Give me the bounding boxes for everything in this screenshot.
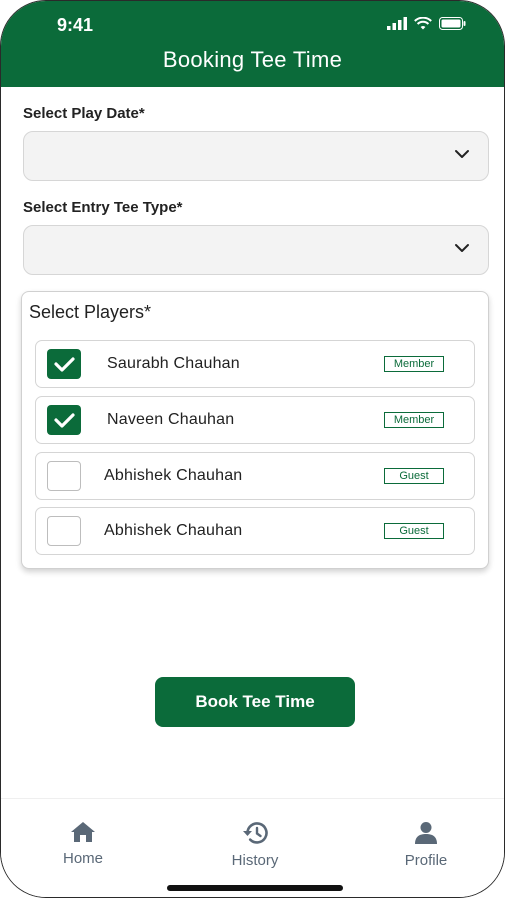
app-header: 9:41 Booking Tee Time bbox=[1, 1, 504, 87]
player-name: Naveen Chauhan bbox=[107, 411, 235, 428]
check-icon bbox=[54, 357, 75, 372]
member-badge: Member bbox=[384, 412, 444, 428]
player-checkbox[interactable] bbox=[47, 405, 81, 435]
signal-icon bbox=[387, 17, 407, 30]
member-badge: Member bbox=[384, 356, 444, 372]
history-icon bbox=[243, 822, 268, 844]
tab-home-label: Home bbox=[62, 850, 103, 867]
play-date-label: Select Play Date* bbox=[23, 105, 145, 122]
tab-history-label: History bbox=[231, 852, 279, 869]
check-icon bbox=[54, 413, 75, 428]
home-icon bbox=[71, 822, 95, 842]
player-checkbox[interactable] bbox=[47, 461, 81, 491]
home-indicator bbox=[167, 885, 343, 891]
players-card: Select Players* Saurabh Chauhan Member N… bbox=[21, 291, 489, 569]
chevron-down-icon bbox=[455, 150, 469, 158]
status-time: 9:41 bbox=[57, 15, 94, 35]
player-row[interactable]: Abhishek Chauhan Guest bbox=[35, 452, 475, 500]
profile-icon bbox=[415, 822, 437, 844]
battery-icon bbox=[439, 17, 466, 30]
tee-type-select[interactable] bbox=[23, 225, 489, 275]
status-icons bbox=[387, 17, 466, 30]
player-name: Abhishek Chauhan bbox=[104, 522, 243, 539]
guest-badge: Guest bbox=[384, 523, 444, 539]
players-title: Select Players* bbox=[29, 302, 152, 322]
page-title: Booking Tee Time bbox=[162, 47, 343, 72]
wifi-icon bbox=[414, 17, 432, 30]
guest-badge: Guest bbox=[384, 468, 444, 484]
bottom-tab-bar: Home History Profile bbox=[1, 798, 504, 897]
tab-profile[interactable]: Profile bbox=[366, 821, 486, 869]
player-row[interactable]: Abhishek Chauhan Guest bbox=[35, 507, 475, 555]
player-checkbox[interactable] bbox=[47, 516, 81, 546]
tab-history[interactable]: History bbox=[195, 821, 315, 869]
player-row[interactable]: Naveen Chauhan Member bbox=[35, 396, 475, 444]
tab-home[interactable]: Home bbox=[23, 821, 143, 867]
tee-type-label: Select Entry Tee Type* bbox=[23, 199, 183, 216]
player-checkbox[interactable] bbox=[47, 349, 81, 379]
phone-frame: 9:41 Booking Tee Time Select Play Date* bbox=[0, 0, 505, 898]
chevron-down-icon bbox=[455, 244, 469, 252]
tab-profile-label: Profile bbox=[404, 852, 448, 869]
book-tee-time-button[interactable]: Book Tee Time bbox=[155, 677, 355, 727]
play-date-select[interactable] bbox=[23, 131, 489, 181]
player-name: Abhishek Chauhan bbox=[104, 467, 243, 484]
player-row[interactable]: Saurabh Chauhan Member bbox=[35, 340, 475, 388]
player-name: Saurabh Chauhan bbox=[107, 355, 240, 372]
